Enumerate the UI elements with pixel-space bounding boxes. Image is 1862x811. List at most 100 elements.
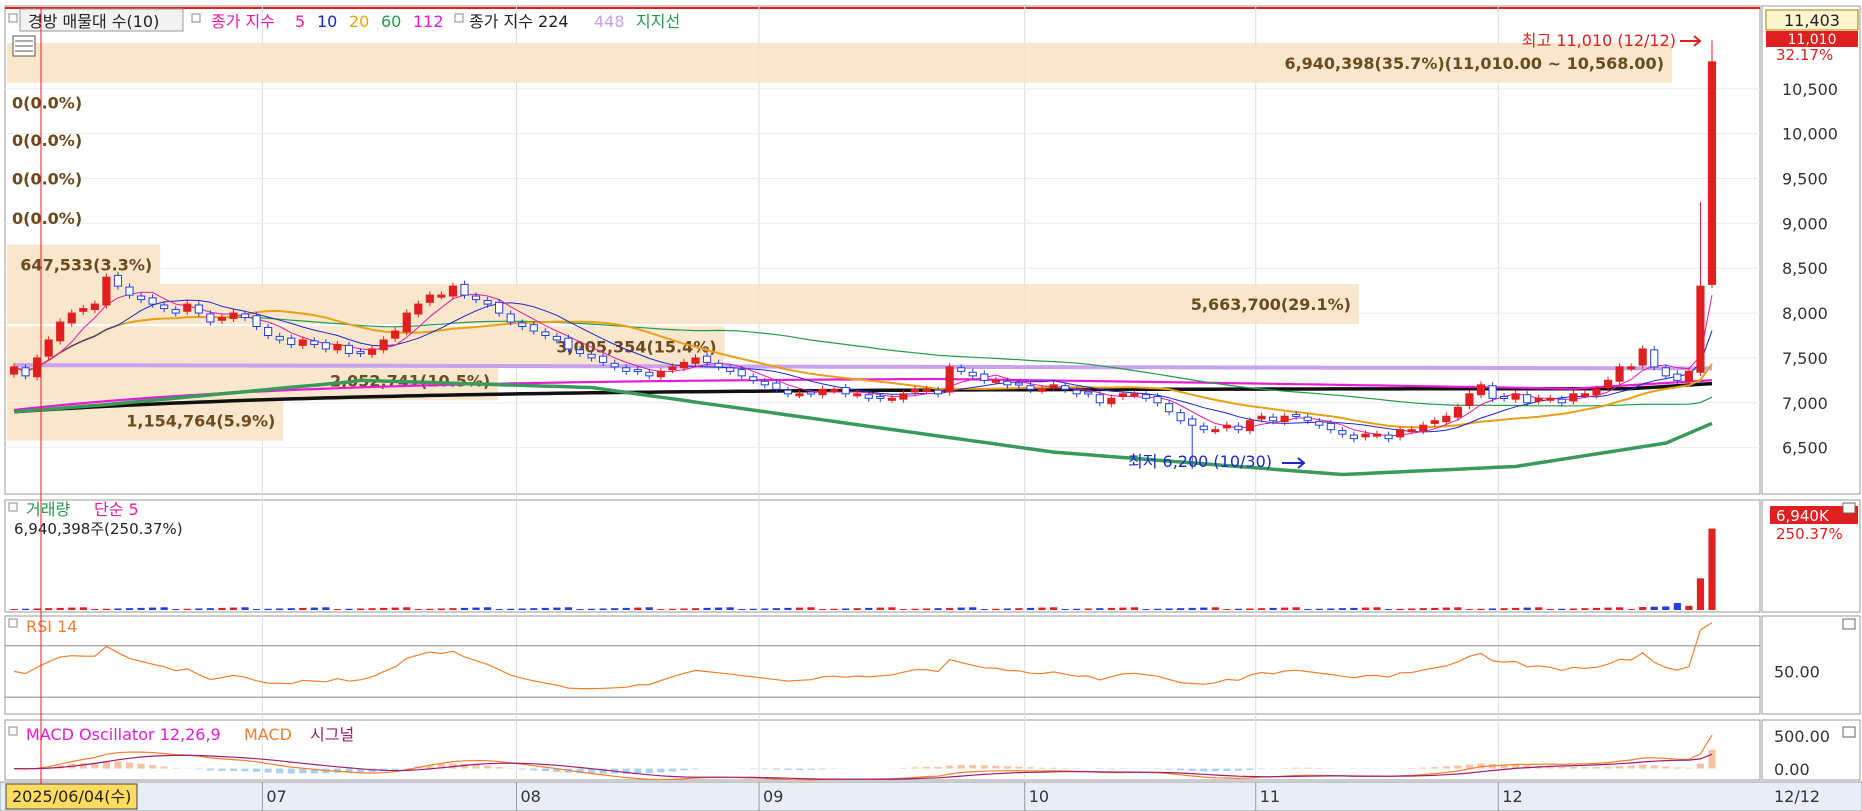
candle-body[interactable]: [1107, 397, 1116, 405]
candle-body[interactable]: [1326, 422, 1335, 431]
candle-body[interactable]: [668, 366, 677, 371]
candle-body[interactable]: [160, 304, 169, 310]
candle-body[interactable]: [887, 397, 896, 401]
candle-body[interactable]: [656, 370, 665, 378]
candle-body[interactable]: [9, 366, 19, 375]
ma2-toggle-icon[interactable]: [454, 13, 464, 23]
candle-body[interactable]: [414, 303, 423, 315]
rsi-close-icon[interactable]: [1842, 618, 1856, 630]
candle-body[interactable]: [356, 351, 365, 355]
candle-body[interactable]: [79, 308, 88, 312]
candle-body[interactable]: [1569, 393, 1578, 402]
candle-body[interactable]: [402, 312, 411, 333]
candle-body[interactable]: [1546, 397, 1555, 401]
candle-body[interactable]: [1419, 424, 1428, 432]
candle-body[interactable]: [495, 301, 504, 314]
candle-body[interactable]: [437, 294, 446, 298]
candle-body[interactable]: [529, 324, 538, 332]
candle-body[interactable]: [610, 362, 619, 368]
candle-body[interactable]: [1222, 424, 1231, 429]
candle-body[interactable]: [1673, 373, 1682, 381]
candle-body[interactable]: [125, 286, 134, 296]
candle-body[interactable]: [1684, 370, 1693, 382]
candle-body[interactable]: [1338, 430, 1347, 435]
candle-body[interactable]: [841, 387, 850, 395]
candle-body[interactable]: [795, 393, 804, 397]
candle-body[interactable]: [968, 371, 977, 377]
candle-body[interactable]: [1245, 420, 1255, 432]
candle-body[interactable]: [1084, 391, 1093, 395]
candle-body[interactable]: [368, 348, 377, 355]
candle-body[interactable]: [1372, 433, 1382, 437]
candle-body[interactable]: [344, 344, 354, 354]
candle-body[interactable]: [1696, 285, 1705, 373]
candle-body[interactable]: [460, 283, 469, 296]
candle-body[interactable]: [333, 343, 342, 351]
candle-body[interactable]: [1014, 382, 1024, 386]
candle-body[interactable]: [1061, 385, 1070, 390]
candle-body[interactable]: [1118, 393, 1127, 397]
candle-body[interactable]: [21, 367, 30, 377]
candle-body[interactable]: [379, 339, 388, 351]
candle-body[interactable]: [679, 361, 689, 369]
candle-body[interactable]: [1396, 429, 1405, 438]
candle-body[interactable]: [102, 276, 111, 306]
candle-body[interactable]: [1130, 393, 1139, 397]
pane-toggle-icon[interactable]: [8, 13, 18, 23]
candle-body[interactable]: [194, 304, 203, 314]
candle-body[interactable]: [425, 294, 434, 303]
candle-body[interactable]: [552, 335, 561, 341]
candle-body[interactable]: [287, 337, 296, 345]
candle-body[interactable]: [1049, 384, 1058, 389]
candle-body[interactable]: [1465, 393, 1474, 406]
candle-body[interactable]: [310, 340, 319, 345]
candle-body[interactable]: [1627, 366, 1636, 370]
candle-body[interactable]: [1500, 395, 1509, 399]
candle-body[interactable]: [564, 337, 573, 350]
candle-body[interactable]: [471, 295, 481, 301]
candle-body[interactable]: [1257, 415, 1266, 420]
candle-body[interactable]: [1211, 429, 1220, 433]
candle-body[interactable]: [113, 274, 123, 287]
candle-body[interactable]: [33, 357, 42, 378]
candle-body[interactable]: [575, 349, 585, 354]
candle-body[interactable]: [275, 335, 284, 341]
candle-body[interactable]: [1523, 394, 1532, 404]
candle-body[interactable]: [1003, 380, 1012, 386]
candle-body[interactable]: [1349, 434, 1358, 440]
candle-body[interactable]: [1315, 421, 1324, 426]
candle-body[interactable]: [90, 303, 99, 310]
candle-body[interactable]: [171, 308, 180, 314]
candle-body[interactable]: [1407, 429, 1416, 433]
candle-body[interactable]: [1661, 367, 1670, 377]
candle-body[interactable]: [229, 312, 238, 319]
candle-body[interactable]: [587, 353, 596, 359]
candle-body[interactable]: [1488, 385, 1497, 399]
candle-body[interactable]: [1188, 418, 1197, 426]
candle-body[interactable]: [1361, 433, 1370, 438]
candle-body[interactable]: [217, 317, 226, 321]
candle-body[interactable]: [980, 373, 989, 381]
candle-body[interactable]: [518, 322, 527, 328]
candle-body[interactable]: [1603, 379, 1613, 389]
candle-body[interactable]: [1037, 388, 1047, 392]
candle-body[interactable]: [830, 388, 839, 392]
candle-body[interactable]: [737, 369, 746, 377]
macd-close-icon[interactable]: [1842, 726, 1856, 738]
candle-body[interactable]: [1268, 416, 1278, 422]
candle-body[interactable]: [945, 366, 954, 393]
candle-body[interactable]: [622, 367, 631, 372]
candle-body[interactable]: [1557, 398, 1566, 404]
candle-body[interactable]: [541, 331, 550, 336]
candle-body[interactable]: [599, 355, 608, 363]
candle-body[interactable]: [67, 312, 76, 324]
candle-body[interactable]: [240, 313, 250, 319]
candle-body[interactable]: [1707, 61, 1717, 285]
candle-body[interactable]: [1165, 403, 1174, 413]
candle-body[interactable]: [1234, 425, 1243, 431]
candle-body[interactable]: [1615, 366, 1624, 382]
candle-body[interactable]: [1442, 415, 1451, 423]
candle-body[interactable]: [910, 388, 920, 393]
stock-chart[interactable]: 6,940,398(35.7%)(11,010.00 ~ 10,568.00) 0…: [0, 0, 1862, 811]
candle-body[interactable]: [321, 342, 330, 350]
